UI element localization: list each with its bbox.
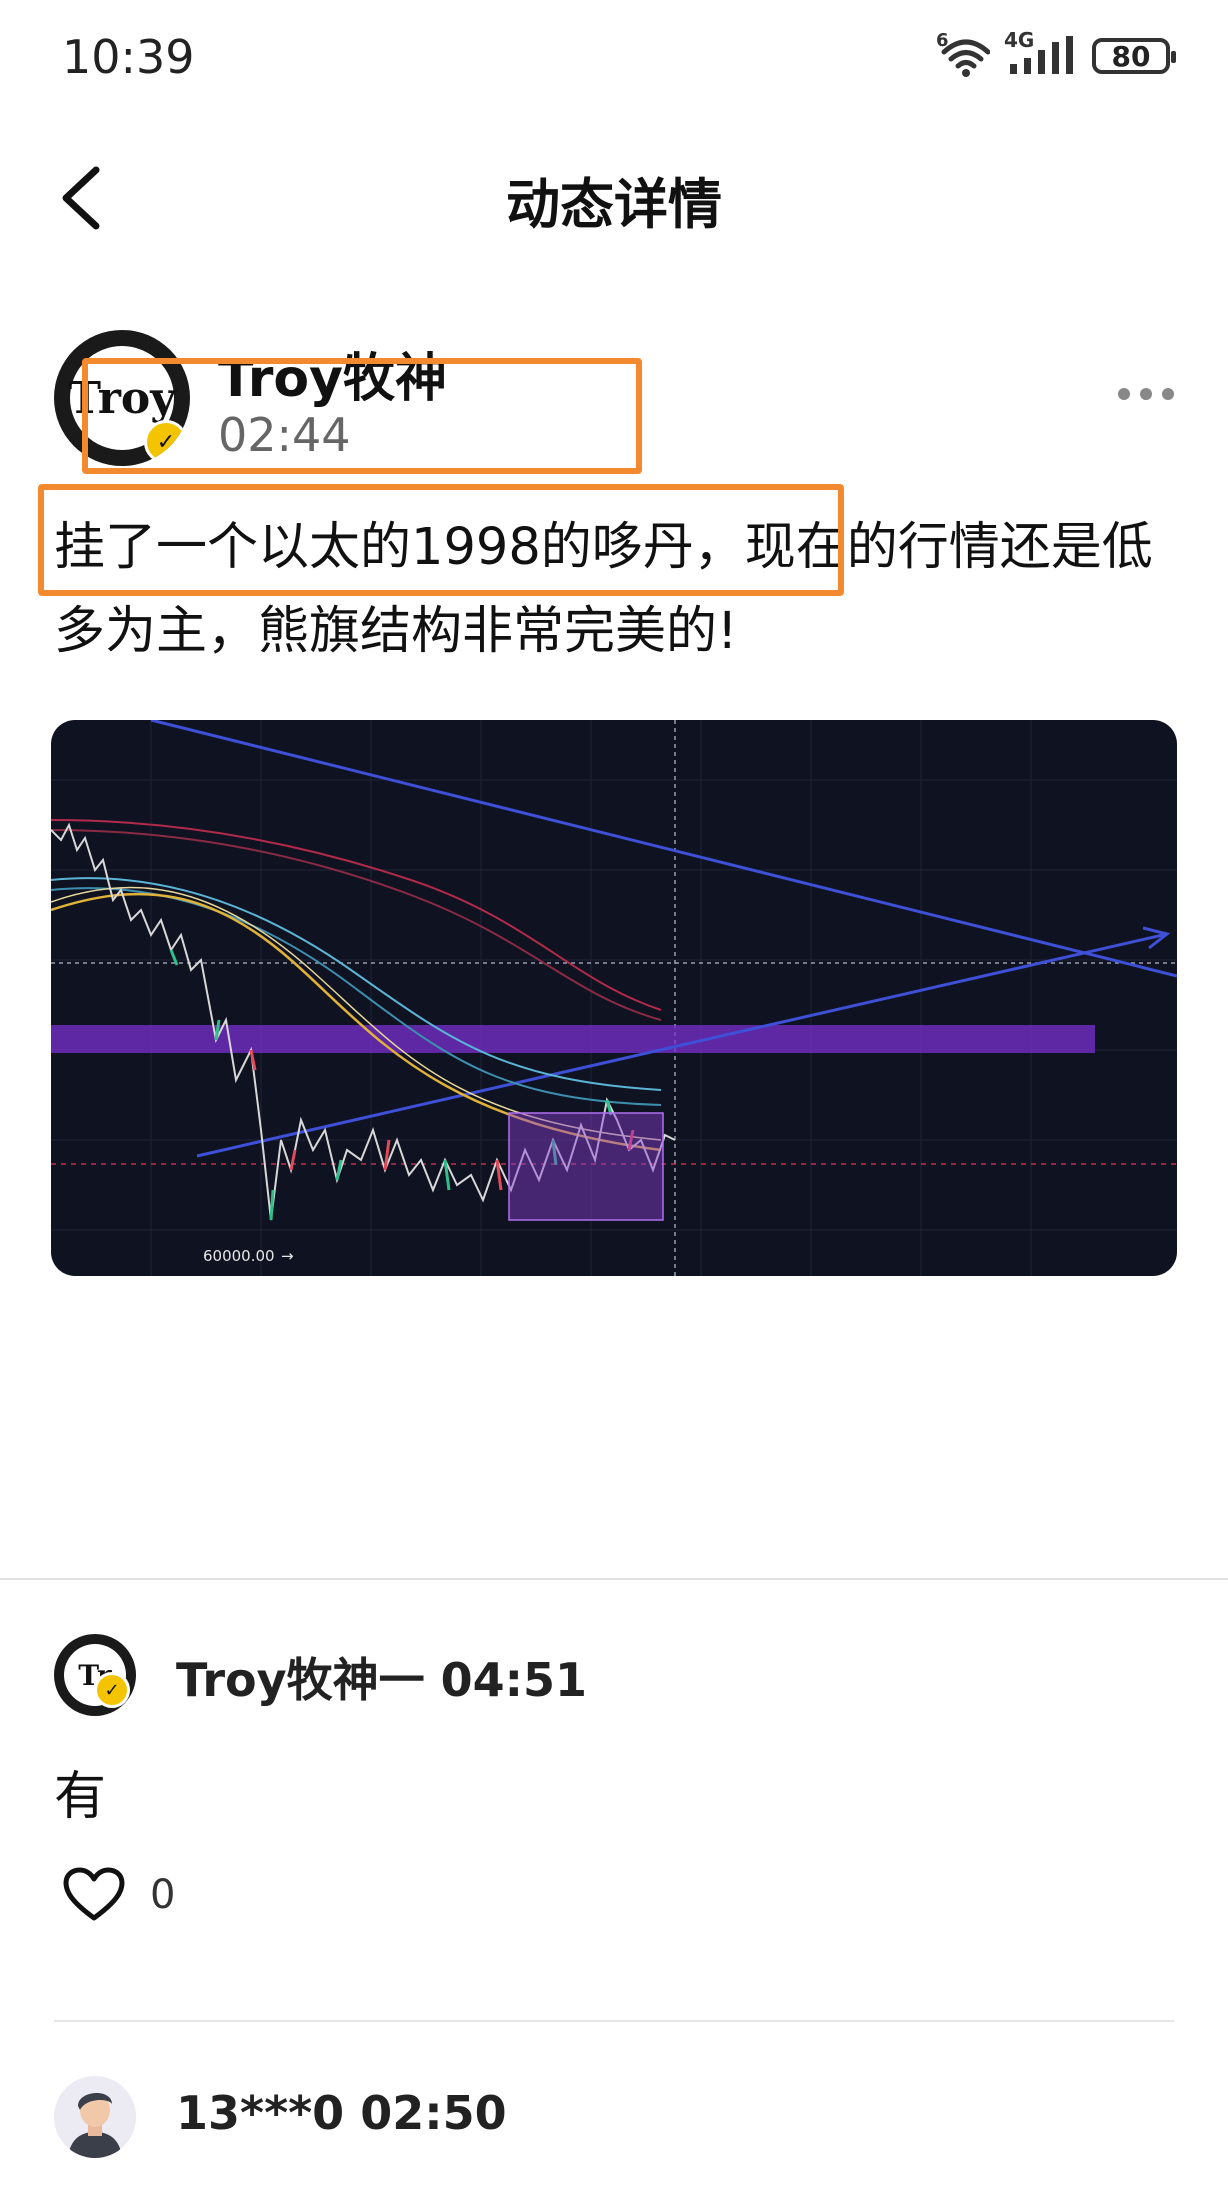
commenter-avatar[interactable] — [54, 2076, 136, 2158]
verified-badge-icon: ✓ — [94, 1672, 130, 1708]
more-dot-icon — [1118, 388, 1130, 400]
comment-text: 有 — [54, 1767, 107, 1827]
candlestick-chart-graphic: 60000.00 → — [51, 720, 1177, 1276]
status-time: 10:39 — [62, 30, 195, 84]
post-text: 挂了一个以太的1998的哆丹，现在的行情还是低多为主，熊旗结构非常完美的! — [54, 518, 1153, 661]
comment-divider — [54, 2020, 1174, 2022]
status-icons: 6 4G 80 — [936, 28, 1176, 78]
heart-icon — [63, 1867, 125, 1921]
post-time: 02:44 — [218, 408, 351, 462]
wifi-icon: 6 — [936, 30, 991, 78]
commenter-avatar[interactable]: Tr ✓ — [54, 1634, 136, 1716]
like-count: 0 — [150, 1872, 176, 1918]
nav-bar: 动态详情 — [0, 140, 1228, 250]
battery-indicator: 80 — [1092, 38, 1176, 74]
page-title: 动态详情 — [506, 173, 722, 236]
verified-badge-icon: ✓ — [144, 420, 188, 464]
cellular-signal-icon: 4G — [1004, 28, 1078, 78]
svg-text:→: → — [281, 1247, 294, 1265]
author-avatar[interactable]: Troy ✓ — [54, 330, 190, 466]
post-chart-image[interactable]: 60000.00 → — [51, 720, 1177, 1276]
section-divider — [0, 1578, 1228, 1580]
comment-item: Tr ✓ Troy牧神一 04:51 有 0 — [54, 1634, 1174, 2014]
status-bar: 10:39 6 4G 80 — [0, 0, 1228, 120]
more-dot-icon — [1140, 388, 1152, 400]
comment-meta: Troy牧神一 04:51 — [176, 1653, 588, 1707]
author-name[interactable]: Troy牧神 — [218, 336, 447, 411]
more-dot-icon — [1162, 388, 1174, 400]
wifi-label: 6 — [936, 30, 949, 51]
post-header: Troy ✓ Troy牧神 02:44 — [54, 330, 1174, 470]
comment-item: 13***0 02:50 — [54, 2076, 1174, 2186]
like-button[interactable]: 0 — [62, 1866, 175, 1924]
more-options-button[interactable] — [1118, 388, 1174, 400]
user-avatar-icon — [54, 2076, 136, 2158]
comment-meta: 13***0 02:50 — [176, 2086, 507, 2140]
price-label: 60000.00 — [203, 1247, 275, 1265]
